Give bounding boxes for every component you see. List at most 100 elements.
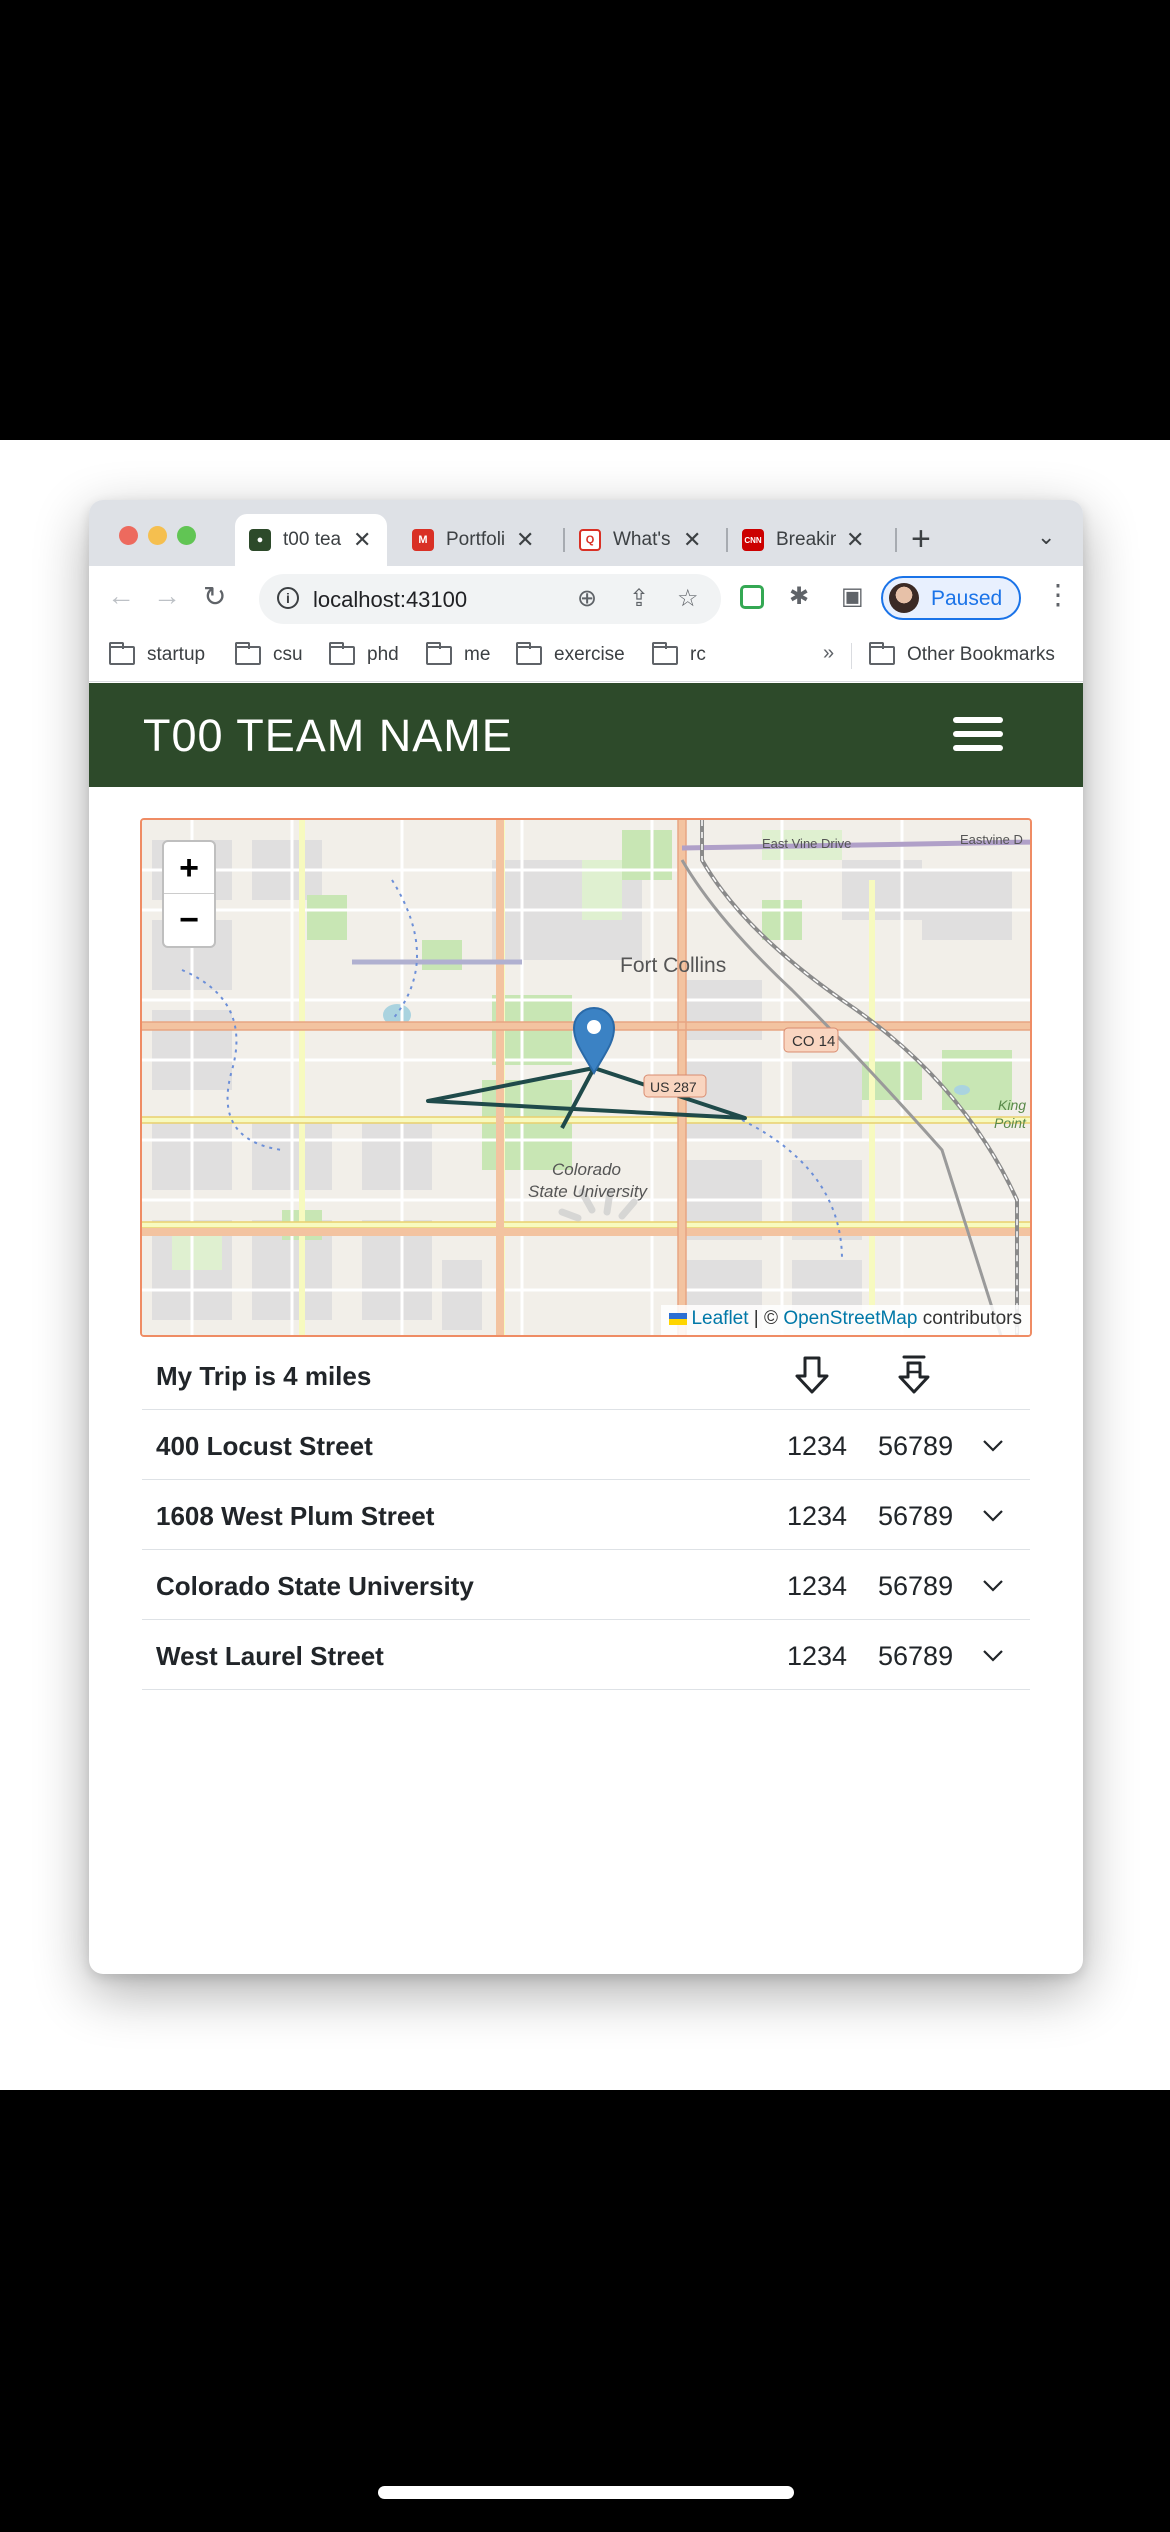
trip-table: My Trip is 4 miles 400 Locust Street 123… xyxy=(142,1340,1030,1690)
arrow-down-bar-icon[interactable] xyxy=(894,1352,934,1398)
cnn-favicon-icon: CNN xyxy=(742,529,764,551)
tab-whats[interactable]: Q What's ✕ xyxy=(565,514,717,566)
map-attribution: Leaflet | © OpenStreetMap contributors xyxy=(661,1305,1030,1335)
zoom-out-button[interactable]: − xyxy=(164,894,214,946)
bookmark-csu[interactable]: csu xyxy=(235,641,303,666)
bookmark-star-icon[interactable]: ☆ xyxy=(677,584,699,613)
park-label-2: Point xyxy=(994,1115,1027,1131)
avatar xyxy=(889,583,919,613)
tab-label: What's xyxy=(613,529,671,550)
place-value-2: 56789 xyxy=(878,1641,954,1671)
place-name: West Laurel Street xyxy=(156,1641,384,1671)
address-bar[interactable]: i localhost:43100 ⊕ ⇪ ☆ xyxy=(259,574,721,624)
chevron-down-icon[interactable] xyxy=(980,1642,1006,1668)
table-row[interactable]: Colorado State University 1234 56789 xyxy=(142,1550,1030,1620)
more-bookmarks-icon[interactable]: » xyxy=(823,642,834,665)
folder-icon xyxy=(869,641,895,665)
zoom-icon[interactable]: ⊕ xyxy=(577,584,597,613)
minimize-window-button[interactable] xyxy=(148,526,167,545)
tab-strip: ● t00 tea ✕ M Portfoli ✕ Q What's ✕ CNN … xyxy=(89,500,1083,566)
extension-icon[interactable] xyxy=(740,585,764,609)
co14-shield-label: CO 14 xyxy=(792,1033,835,1050)
place-value-1: 1234 xyxy=(787,1431,848,1461)
place-value-1: 1234 xyxy=(787,1571,848,1601)
side-panel-icon[interactable]: ▣ xyxy=(841,582,864,611)
url-text[interactable]: localhost:43100 xyxy=(313,587,467,613)
close-tab-icon[interactable]: ✕ xyxy=(516,527,534,553)
back-button[interactable]: ← xyxy=(107,580,135,612)
app-header: T00 TEAM NAME xyxy=(89,683,1083,787)
home-indicator[interactable] xyxy=(378,2486,794,2499)
browser-toolbar: ← → ↻ i localhost:43100 ⊕ ⇪ ☆ ✱ ▣ Paused… xyxy=(89,566,1083,630)
browser-menu-icon[interactable]: ⋮ xyxy=(1044,578,1072,611)
city-label: Fort Collins xyxy=(620,954,726,977)
new-tab-button[interactable]: + xyxy=(911,520,931,559)
leaflet-link[interactable]: Leaflet xyxy=(691,1308,748,1329)
extensions-puzzle-icon[interactable]: ✱ xyxy=(789,582,809,611)
page-title: T00 TEAM NAME xyxy=(143,710,513,761)
bookmark-phd[interactable]: phd xyxy=(329,641,399,666)
chevron-down-icon[interactable] xyxy=(980,1502,1006,1528)
trip-header-row: My Trip is 4 miles xyxy=(142,1340,1030,1410)
ukraine-flag-icon xyxy=(669,1312,688,1325)
park-label: King xyxy=(998,1097,1026,1113)
place-value-2: 56789 xyxy=(878,1501,954,1531)
tab-team-app[interactable]: ● t00 tea ✕ xyxy=(235,514,387,566)
tab-label: t00 tea xyxy=(283,529,342,550)
share-icon[interactable]: ⇪ xyxy=(629,584,649,613)
site-info-icon[interactable]: i xyxy=(277,587,299,609)
osm-link[interactable]: OpenStreetMap xyxy=(783,1308,917,1329)
bookmark-rc[interactable]: rc xyxy=(652,641,706,666)
table-row[interactable]: 1608 West Plum Street 1234 56789 xyxy=(142,1480,1030,1550)
bookmark-me[interactable]: me xyxy=(426,641,490,666)
tab-label: Breakin xyxy=(776,529,836,550)
tab-label: Portfoli xyxy=(446,529,506,550)
folder-icon xyxy=(235,641,261,665)
whats-favicon-icon: Q xyxy=(579,529,601,551)
close-tab-icon[interactable]: ✕ xyxy=(353,527,371,553)
bookmark-exercise[interactable]: exercise xyxy=(516,641,625,666)
tab-portfolio[interactable]: M Portfoli ✕ xyxy=(398,514,550,566)
place-name: 1608 West Plum Street xyxy=(156,1501,435,1531)
folder-icon xyxy=(329,641,355,665)
table-row[interactable]: 400 Locust Street 1234 56789 xyxy=(142,1410,1030,1480)
bookmark-startup[interactable]: startup xyxy=(109,641,205,666)
place-value-1: 1234 xyxy=(787,1501,848,1531)
hamburger-menu-icon[interactable] xyxy=(953,717,1003,755)
tab-search-chevron-icon[interactable]: ⌄ xyxy=(1037,524,1055,550)
zoom-in-button[interactable]: + xyxy=(164,842,214,894)
bookmark-other[interactable]: Other Bookmarks xyxy=(869,641,1055,666)
arrow-down-icon[interactable] xyxy=(792,1352,832,1398)
campus-label-2: State University xyxy=(528,1182,649,1201)
table-row[interactable]: West Laurel Street 1234 56789 xyxy=(142,1620,1030,1690)
place-value-2: 56789 xyxy=(878,1571,954,1601)
profile-button[interactable]: Paused xyxy=(881,576,1021,620)
reload-button[interactable]: ↻ xyxy=(203,580,226,613)
folder-icon xyxy=(516,641,542,665)
place-name: Colorado State University xyxy=(156,1571,474,1601)
chevron-down-icon[interactable] xyxy=(980,1432,1006,1458)
chevron-down-icon[interactable] xyxy=(980,1572,1006,1598)
campus-label: Colorado xyxy=(552,1160,621,1179)
eastvine-short-label: Eastvine D xyxy=(960,832,1023,847)
trip-title[interactable]: My Trip is 4 miles xyxy=(156,1361,371,1392)
map-tiles: Fort Collins Colorado State University C… xyxy=(142,820,1030,1335)
profile-status-label: Paused xyxy=(931,587,1003,610)
browser-window: ● t00 tea ✕ M Portfoli ✕ Q What's ✕ CNN … xyxy=(89,500,1083,1974)
forward-button[interactable]: → xyxy=(153,580,181,612)
close-tab-icon[interactable]: ✕ xyxy=(846,527,864,553)
bookmarks-bar: startup csu phd me exercise rc » Other B… xyxy=(89,630,1083,682)
folder-icon xyxy=(652,641,678,665)
close-tab-icon[interactable]: ✕ xyxy=(683,527,701,553)
tab-breaking[interactable]: CNN Breakin ✕ xyxy=(728,514,890,566)
close-window-button[interactable] xyxy=(119,526,138,545)
trip-map[interactable]: Fort Collins Colorado State University C… xyxy=(140,818,1032,1337)
place-value-1: 1234 xyxy=(787,1641,848,1671)
team-favicon-icon: ● xyxy=(249,529,271,551)
zoom-control: + − xyxy=(162,840,216,948)
us287-shield-label: US 287 xyxy=(650,1079,697,1095)
folder-icon xyxy=(426,641,452,665)
east-vine-label: East Vine Drive xyxy=(762,836,851,851)
maximize-window-button[interactable] xyxy=(177,526,196,545)
portfolio-favicon-icon: M xyxy=(412,529,434,551)
